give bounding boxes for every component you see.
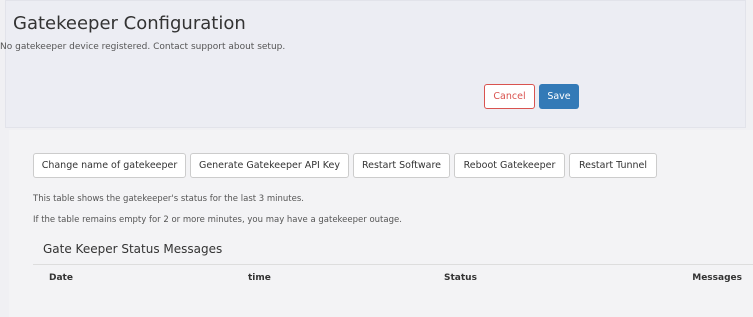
column-header-messages: Messages — [692, 273, 742, 283]
restart-tunnel-button[interactable]: Restart Tunnel — [569, 153, 657, 178]
reboot-gatekeeper-button[interactable]: Reboot Gatekeeper — [454, 153, 565, 178]
column-header-time: time — [248, 273, 271, 283]
restart-software-button[interactable]: Restart Software — [353, 153, 450, 178]
column-header-date: Date — [49, 273, 73, 283]
change-name-button[interactable]: Change name of gatekeeper — [33, 153, 186, 178]
cancel-button[interactable]: Cancel — [484, 84, 535, 109]
outage-warning-info: If the table remains empty for 2 or more… — [33, 215, 402, 225]
column-header-status: Status — [444, 273, 477, 283]
generate-api-key-button[interactable]: Generate Gatekeeper API Key — [190, 153, 349, 178]
registration-notice: No gatekeeper device registered. Contact… — [0, 42, 286, 52]
page-title: Gatekeeper Configuration — [13, 13, 246, 34]
save-button[interactable]: Save — [539, 84, 579, 109]
status-window-info: This table shows the gatekeeper's status… — [33, 194, 304, 204]
status-table-header: Date time Status Messages — [33, 264, 753, 292]
status-table-title: Gate Keeper Status Messages — [43, 242, 223, 256]
